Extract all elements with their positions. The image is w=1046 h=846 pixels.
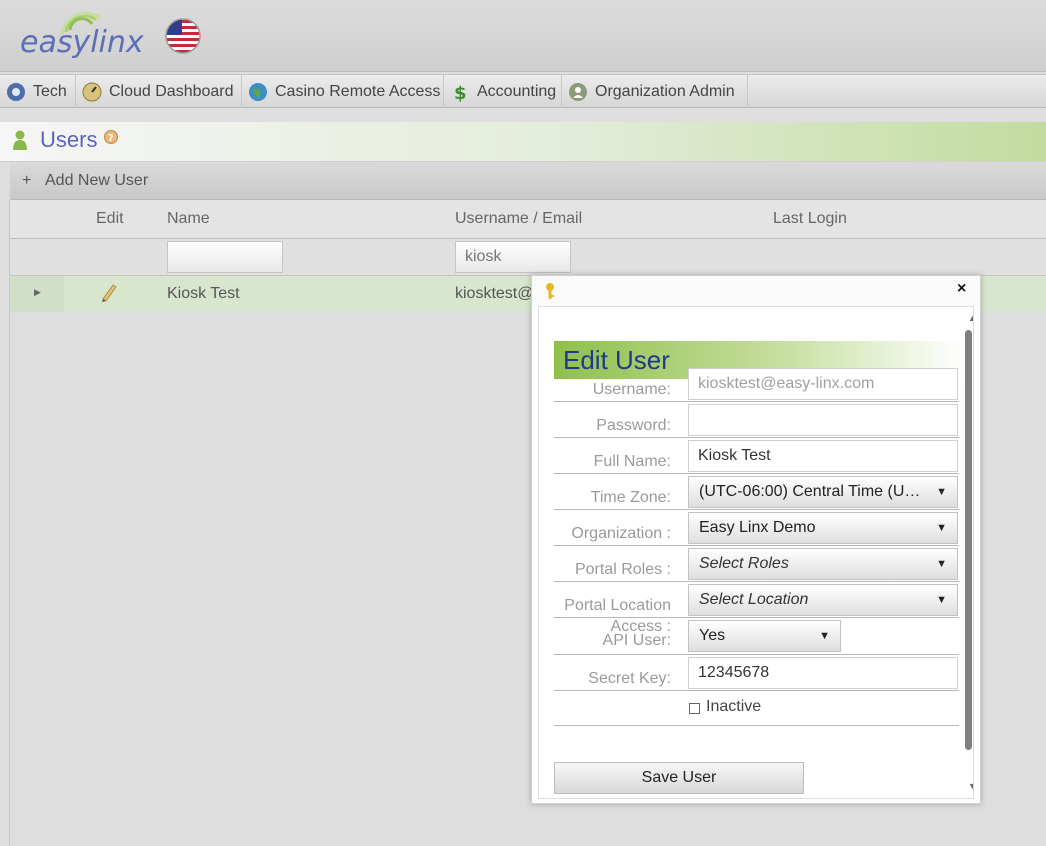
organization-value: Easy Linx Demo <box>699 519 816 536</box>
secret-key-label: Secret Key: <box>588 670 671 687</box>
access-label-line2: API User: <box>602 632 671 649</box>
us-flag-icon[interactable] <box>164 17 202 55</box>
help-icon[interactable]: ? <box>104 130 118 144</box>
dialog-body: Edit User Username: Password: Full Name:… <box>538 306 974 799</box>
scroll-down-icon[interactable]: ▼ <box>968 781 973 791</box>
dropdown-arrow-icon: ▼ <box>936 522 947 534</box>
svg-text:easylinx: easylinx <box>20 25 144 60</box>
portal-roles-select[interactable]: Select Roles ▼ <box>688 548 958 580</box>
dollar-icon: $ <box>454 83 467 102</box>
full-name-field[interactable] <box>688 440 958 472</box>
add-new-user-button[interactable]: Add New User <box>45 172 148 190</box>
divider <box>554 545 959 546</box>
page-title: Users <box>40 127 98 152</box>
row-name: Kiosk Test <box>167 285 240 302</box>
save-user-button[interactable]: Save User <box>554 762 804 794</box>
dropdown-arrow-icon: ▼ <box>819 630 830 642</box>
main-nav: Tech Cloud Dashboard Casino Remote Acces… <box>0 74 1046 108</box>
organization-label: Organization : <box>571 525 671 542</box>
username-field[interactable] <box>688 368 958 400</box>
inactive-label: Inactive <box>706 698 762 715</box>
organization-select[interactable]: Easy Linx Demo ▼ <box>688 512 958 544</box>
divider <box>554 509 959 510</box>
speedometer-icon <box>82 82 102 101</box>
time-zone-value: (UTC-06:00) Central Time (US ... <box>699 483 924 500</box>
column-header-username[interactable]: Username / Email <box>455 210 582 228</box>
easylinx-logo[interactable]: easylinx <box>18 8 158 68</box>
row-username: kiosktest@ <box>455 285 534 302</box>
tech-gear-icon <box>7 82 25 101</box>
nav-accounting[interactable]: $ Accounting <box>446 75 562 108</box>
app-header: easylinx <box>0 0 1046 72</box>
username-filter-input[interactable] <box>455 241 571 273</box>
nav-label: Cloud Dashboard <box>109 82 234 100</box>
password-label: Password: <box>596 417 671 434</box>
nav-label: Accounting <box>477 82 557 100</box>
divider <box>554 725 959 726</box>
scroll-up-icon[interactable]: ▲ <box>968 313 973 323</box>
key-icon <box>546 283 554 299</box>
org-admin-icon <box>569 82 587 101</box>
divider <box>554 437 959 438</box>
full-name-label: Full Name: <box>593 453 671 470</box>
column-header-edit[interactable]: Edit <box>96 210 124 228</box>
portal-location-label: Portal Location <box>564 597 671 614</box>
globe-icon <box>249 82 267 101</box>
nav-organization-admin[interactable]: Organization Admin <box>564 75 748 108</box>
divider <box>554 690 959 691</box>
divider <box>554 654 959 655</box>
users-panel-header <box>0 122 1046 162</box>
toolbar <box>10 162 1046 200</box>
dropdown-arrow-icon: ▼ <box>936 486 947 498</box>
secret-key-field[interactable] <box>688 657 958 689</box>
svg-text:?: ? <box>108 133 114 144</box>
portal-roles-value: Select Roles <box>699 555 789 572</box>
api-user-select[interactable]: Yes ▼ <box>688 620 841 652</box>
portal-location-select[interactable]: Select Location ▼ <box>688 584 958 616</box>
close-icon[interactable]: × <box>957 280 966 298</box>
password-field[interactable] <box>688 404 958 436</box>
username-label: Username: <box>592 381 671 398</box>
nav-label: Organization Admin <box>595 82 735 100</box>
nav-cloud-dashboard[interactable]: Cloud Dashboard <box>78 75 242 108</box>
scrollbar-thumb[interactable] <box>965 330 972 750</box>
edit-user-dialog: × Edit User Username: Password: Full Nam… <box>531 275 981 804</box>
divider <box>554 581 959 582</box>
dropdown-arrow-icon: ▼ <box>936 558 947 570</box>
portal-roles-label: Portal Roles : <box>574 561 671 578</box>
portal-location-value: Select Location <box>699 591 809 608</box>
time-zone-label: Time Zone: <box>590 489 671 506</box>
name-filter-input[interactable] <box>167 241 283 273</box>
dropdown-arrow-icon: ▼ <box>936 594 947 606</box>
pencil-edit-icon[interactable] <box>100 282 118 302</box>
expand-arrow-icon[interactable]: ▶ <box>34 287 41 298</box>
svg-text:$: $ <box>454 83 467 102</box>
divider <box>554 401 959 402</box>
nav-casino-remote-access[interactable]: Casino Remote Access <box>244 75 444 108</box>
nav-tech[interactable]: Tech <box>2 75 76 108</box>
inactive-checkbox[interactable] <box>689 703 700 714</box>
nav-label: Casino Remote Access <box>275 82 441 100</box>
user-icon <box>13 130 27 150</box>
dialog-title: Edit User <box>563 345 670 375</box>
column-header-last-login[interactable]: Last Login <box>773 210 847 228</box>
plus-icon[interactable]: + <box>22 172 31 190</box>
column-header-name[interactable]: Name <box>167 210 210 228</box>
api-user-value: Yes <box>699 627 726 644</box>
dialog-titlebar[interactable] <box>532 276 980 306</box>
divider <box>554 473 959 474</box>
time-zone-select[interactable]: (UTC-06:00) Central Time (US ... ▼ <box>688 476 958 508</box>
nav-label: Tech <box>33 82 67 100</box>
access-label: Access : API User: <box>553 619 671 649</box>
